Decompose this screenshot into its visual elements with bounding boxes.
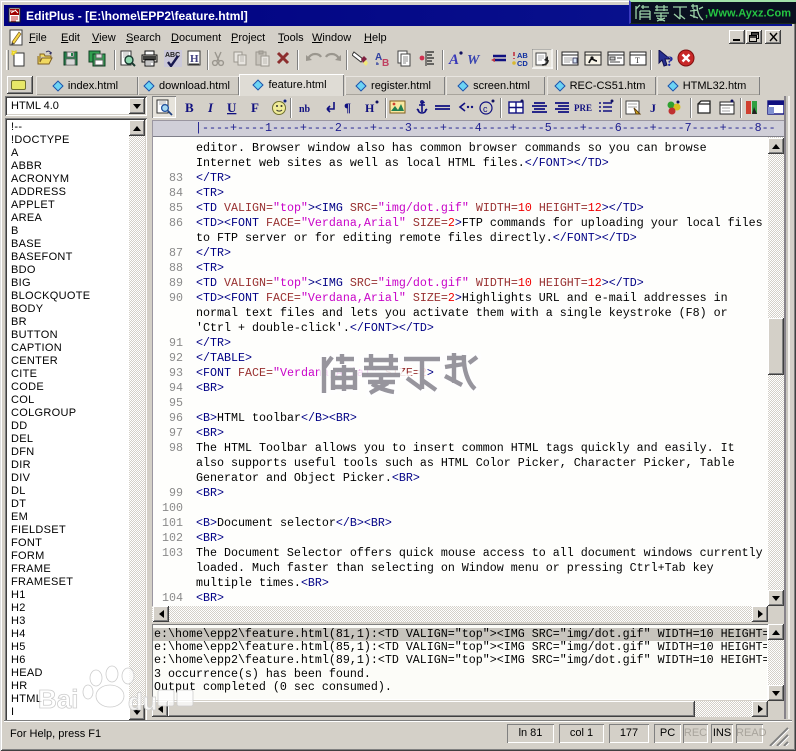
svg-text:T: T xyxy=(635,56,640,65)
svg-text:¶: ¶ xyxy=(344,100,351,115)
svg-text:?: ? xyxy=(666,54,674,69)
svg-text:H: H xyxy=(365,101,375,115)
svg-text:H: H xyxy=(190,53,199,65)
svg-text:nb: nb xyxy=(299,104,311,115)
svg-text:Bai: Bai xyxy=(38,684,78,714)
svg-text:,Www.Ayxz.Com: ,Www.Ayxz.Com xyxy=(705,8,791,20)
svg-text:I: I xyxy=(207,100,214,115)
svg-text:c: c xyxy=(483,104,488,114)
svg-text:B: B xyxy=(382,58,389,67)
svg-text:W: W xyxy=(467,53,481,67)
svg-text:J: J xyxy=(650,101,656,115)
svg-text:U: U xyxy=(227,100,237,115)
svg-text:A: A xyxy=(448,52,459,67)
svg-text:du: du xyxy=(128,689,157,716)
svg-text:F: F xyxy=(251,100,259,115)
svg-text:CD: CD xyxy=(517,59,528,67)
svg-text:PRE: PRE xyxy=(574,103,592,113)
svg-text:B: B xyxy=(185,100,194,115)
